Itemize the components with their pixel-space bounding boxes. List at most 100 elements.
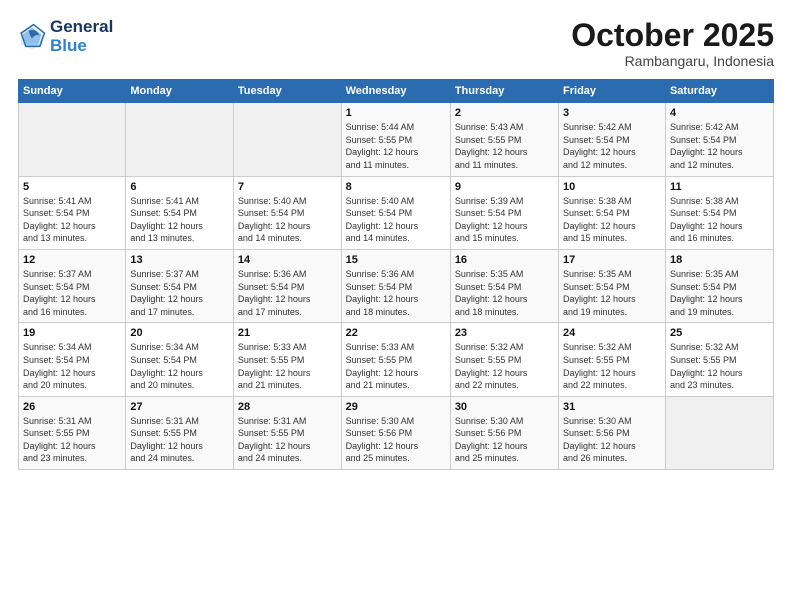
calendar-cell (665, 396, 773, 469)
day-info: Sunrise: 5:31 AM Sunset: 5:55 PM Dayligh… (130, 415, 229, 465)
day-number: 20 (130, 327, 229, 339)
calendar-table: SundayMondayTuesdayWednesdayThursdayFrid… (18, 79, 774, 470)
day-info: Sunrise: 5:36 AM Sunset: 5:54 PM Dayligh… (238, 268, 337, 318)
calendar-cell: 2 Sunrise: 5:43 AM Sunset: 5:55 PM Daylig… (450, 103, 558, 176)
logo-icon (18, 23, 46, 51)
day-info: Sunrise: 5:35 AM Sunset: 5:54 PM Dayligh… (670, 268, 769, 318)
day-number: 10 (563, 181, 661, 193)
day-number: 11 (670, 181, 769, 193)
weekday-header-friday: Friday (559, 80, 666, 103)
day-info: Sunrise: 5:44 AM Sunset: 5:55 PM Dayligh… (346, 121, 446, 171)
weekday-header-saturday: Saturday (665, 80, 773, 103)
day-number: 7 (238, 181, 337, 193)
day-info: Sunrise: 5:31 AM Sunset: 5:55 PM Dayligh… (238, 415, 337, 465)
weekday-header-thursday: Thursday (450, 80, 558, 103)
day-info: Sunrise: 5:32 AM Sunset: 5:55 PM Dayligh… (563, 341, 661, 391)
day-info: Sunrise: 5:37 AM Sunset: 5:54 PM Dayligh… (130, 268, 229, 318)
day-info: Sunrise: 5:31 AM Sunset: 5:55 PM Dayligh… (23, 415, 121, 465)
day-number: 17 (563, 254, 661, 266)
page-header: General Blue October 2025 Rambangaru, In… (18, 18, 774, 69)
day-number: 12 (23, 254, 121, 266)
day-number: 29 (346, 401, 446, 413)
logo: General Blue (18, 18, 113, 55)
calendar-cell: 19 Sunrise: 5:34 AM Sunset: 5:54 PM Dayli… (19, 323, 126, 396)
day-info: Sunrise: 5:34 AM Sunset: 5:54 PM Dayligh… (23, 341, 121, 391)
calendar-cell: 10 Sunrise: 5:38 AM Sunset: 5:54 PM Dayli… (559, 176, 666, 249)
calendar-cell: 22Sunrise: 5:33 AM Sunset: 5:55 PM Dayli… (341, 323, 450, 396)
calendar-cell: 28 Sunrise: 5:31 AM Sunset: 5:55 PM Dayli… (233, 396, 341, 469)
day-info: Sunrise: 5:34 AM Sunset: 5:54 PM Dayligh… (130, 341, 229, 391)
calendar-cell: 20 Sunrise: 5:34 AM Sunset: 5:54 PM Dayli… (126, 323, 234, 396)
day-info: Sunrise: 5:37 AM Sunset: 5:54 PM Dayligh… (23, 268, 121, 318)
day-info: Sunrise: 5:38 AM Sunset: 5:54 PM Dayligh… (563, 195, 661, 245)
calendar-cell: 30 Sunrise: 5:30 AM Sunset: 5:56 PM Dayli… (450, 396, 558, 469)
day-info: Sunrise: 5:35 AM Sunset: 5:54 PM Dayligh… (563, 268, 661, 318)
calendar-cell: 17 Sunrise: 5:35 AM Sunset: 5:54 PM Dayli… (559, 249, 666, 322)
day-info: Sunrise: 5:43 AM Sunset: 5:55 PM Dayligh… (455, 121, 554, 171)
calendar-cell: 3 Sunrise: 5:42 AM Sunset: 5:54 PM Daylig… (559, 103, 666, 176)
calendar-header-row: SundayMondayTuesdayWednesdayThursdayFrid… (19, 80, 774, 103)
day-info: Sunrise: 5:41 AM Sunset: 5:54 PM Dayligh… (23, 195, 121, 245)
calendar-cell: 14 Sunrise: 5:36 AM Sunset: 5:54 PM Dayli… (233, 249, 341, 322)
day-info: Sunrise: 5:30 AM Sunset: 5:56 PM Dayligh… (455, 415, 554, 465)
day-number: 5 (23, 181, 121, 193)
logo-text-blue: Blue (50, 37, 113, 56)
calendar-cell: 15 Sunrise: 5:36 AM Sunset: 5:54 PM Dayli… (341, 249, 450, 322)
day-info: Sunrise: 5:36 AM Sunset: 5:54 PM Dayligh… (346, 268, 446, 318)
day-info: Sunrise: 5:33 AM Sunset: 5:55 PM Dayligh… (346, 341, 446, 391)
day-info: Sunrise: 5:40 AM Sunset: 5:54 PM Dayligh… (346, 195, 446, 245)
calendar-cell: 27 Sunrise: 5:31 AM Sunset: 5:55 PM Dayli… (126, 396, 234, 469)
day-info: Sunrise: 5:39 AM Sunset: 5:54 PM Dayligh… (455, 195, 554, 245)
month-title: October 2025 (571, 18, 774, 53)
day-number: 31 (563, 401, 661, 413)
day-number: 6 (130, 181, 229, 193)
day-number: 21 (238, 327, 337, 339)
day-info: Sunrise: 5:33 AM Sunset: 5:55 PM Dayligh… (238, 341, 337, 391)
calendar-cell (233, 103, 341, 176)
location: Rambangaru, Indonesia (571, 53, 774, 69)
calendar-cell: 9 Sunrise: 5:39 AM Sunset: 5:54 PM Daylig… (450, 176, 558, 249)
day-number: 9 (455, 181, 554, 193)
day-number: 2 (455, 107, 554, 119)
day-info: Sunrise: 5:32 AM Sunset: 5:55 PM Dayligh… (455, 341, 554, 391)
day-info: Sunrise: 5:30 AM Sunset: 5:56 PM Dayligh… (563, 415, 661, 465)
weekday-header-wednesday: Wednesday (341, 80, 450, 103)
day-number: 16 (455, 254, 554, 266)
calendar-cell (126, 103, 234, 176)
day-number: 15 (346, 254, 446, 266)
calendar-cell: 23 Sunrise: 5:32 AM Sunset: 5:55 PM Dayli… (450, 323, 558, 396)
day-number: 1 (346, 107, 446, 119)
calendar-week-4: 19 Sunrise: 5:34 AM Sunset: 5:54 PM Dayli… (19, 323, 774, 396)
day-number: 14 (238, 254, 337, 266)
calendar-cell: 1 Sunrise: 5:44 AM Sunset: 5:55 PM Daylig… (341, 103, 450, 176)
day-number: 23 (455, 327, 554, 339)
calendar-cell: 31 Sunrise: 5:30 AM Sunset: 5:56 PM Dayli… (559, 396, 666, 469)
day-info: Sunrise: 5:42 AM Sunset: 5:54 PM Dayligh… (563, 121, 661, 171)
day-number: 27 (130, 401, 229, 413)
day-number: 13 (130, 254, 229, 266)
title-block: October 2025 Rambangaru, Indonesia (571, 18, 774, 69)
day-info: Sunrise: 5:35 AM Sunset: 5:54 PM Dayligh… (455, 268, 554, 318)
day-info: Sunrise: 5:30 AM Sunset: 5:56 PM Dayligh… (346, 415, 446, 465)
day-info: Sunrise: 5:32 AM Sunset: 5:55 PM Dayligh… (670, 341, 769, 391)
calendar-cell: 7Sunrise: 5:40 AM Sunset: 5:54 PM Daylig… (233, 176, 341, 249)
day-number: 8 (346, 181, 446, 193)
calendar-cell: 25Sunrise: 5:32 AM Sunset: 5:55 PM Dayli… (665, 323, 773, 396)
calendar-week-5: 26Sunrise: 5:31 AM Sunset: 5:55 PM Dayli… (19, 396, 774, 469)
calendar-week-1: 1 Sunrise: 5:44 AM Sunset: 5:55 PM Daylig… (19, 103, 774, 176)
day-info: Sunrise: 5:42 AM Sunset: 5:54 PM Dayligh… (670, 121, 769, 171)
day-number: 19 (23, 327, 121, 339)
calendar-cell: 8 Sunrise: 5:40 AM Sunset: 5:54 PM Daylig… (341, 176, 450, 249)
calendar-cell: 29 Sunrise: 5:30 AM Sunset: 5:56 PM Dayli… (341, 396, 450, 469)
calendar-cell: 24Sunrise: 5:32 AM Sunset: 5:55 PM Dayli… (559, 323, 666, 396)
weekday-header-tuesday: Tuesday (233, 80, 341, 103)
calendar-cell: 16 Sunrise: 5:35 AM Sunset: 5:54 PM Dayli… (450, 249, 558, 322)
day-number: 28 (238, 401, 337, 413)
day-number: 3 (563, 107, 661, 119)
calendar-cell: 18Sunrise: 5:35 AM Sunset: 5:54 PM Dayli… (665, 249, 773, 322)
calendar-cell: 21 Sunrise: 5:33 AM Sunset: 5:55 PM Dayli… (233, 323, 341, 396)
day-number: 4 (670, 107, 769, 119)
calendar-cell (19, 103, 126, 176)
day-number: 30 (455, 401, 554, 413)
logo-text-general: General (50, 18, 113, 37)
